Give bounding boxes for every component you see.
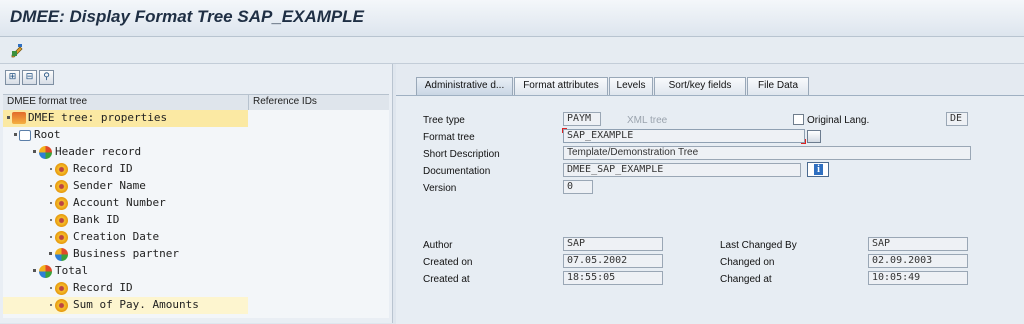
- tree-type-field: PAYM: [563, 112, 601, 126]
- documentation-field: DMEE_SAP_EXAMPLE: [563, 163, 801, 177]
- tree-node-bank-id[interactable]: Bank ID: [3, 212, 389, 229]
- tab-format-attributes[interactable]: Format attributes: [514, 77, 608, 95]
- tree-node-root[interactable]: Root: [3, 127, 389, 144]
- field-icon: [55, 197, 68, 210]
- tab-file-data[interactable]: File Data: [747, 77, 809, 95]
- segment-icon: [39, 265, 52, 278]
- original-lang-label: Original Lang.: [807, 115, 870, 126]
- tree-header: DMEE format tree Reference IDs: [3, 94, 389, 111]
- created-on-label: Created on: [423, 257, 473, 268]
- short-description-field: Template/Demonstration Tree: [563, 146, 971, 160]
- format-tree-label: Format tree: [423, 132, 475, 143]
- changed-at-label: Changed at: [720, 274, 772, 285]
- tab-administrative-data[interactable]: Administrative d...: [416, 77, 513, 95]
- tree-node-properties[interactable]: DMEE tree: properties: [3, 110, 389, 127]
- created-on-field: 07.05.2002: [563, 254, 663, 268]
- application-toolbar: [0, 37, 1024, 64]
- documentation-label: Documentation: [423, 166, 491, 177]
- changed-at-field: 10:05:49: [868, 271, 968, 285]
- tree-node-record-id-total[interactable]: Record ID: [3, 280, 389, 297]
- field-icon: [55, 214, 68, 227]
- field-icon: [55, 231, 68, 244]
- collapse-icon[interactable]: ⊟: [22, 70, 37, 85]
- created-at-field: 18:55:05: [563, 271, 663, 285]
- last-changed-by-label: Last Changed By: [720, 240, 797, 251]
- tree-node-business-partner[interactable]: Business partner: [3, 246, 389, 263]
- change-display-icon[interactable]: [9, 42, 25, 58]
- tree-node-sum-of-pay-amounts[interactable]: Sum of Pay. Amounts: [3, 297, 389, 314]
- root-icon: [19, 130, 31, 141]
- expand-icon[interactable]: ⊞: [5, 70, 20, 85]
- original-lang-checkbox[interactable]: [793, 114, 804, 125]
- dmee-tree-icon: [12, 112, 26, 124]
- tree-node-record-id[interactable]: Record ID: [3, 161, 389, 178]
- author-field: SAP: [563, 237, 663, 251]
- tree-pane: ⊞ ⊟ ⚲ DMEE format tree Reference IDs DME…: [0, 64, 393, 323]
- original-lang-field: DE: [946, 112, 968, 126]
- segment-icon: [55, 248, 68, 261]
- tree-node-creation-date[interactable]: Creation Date: [3, 229, 389, 246]
- column-header-reference-ids[interactable]: Reference IDs: [253, 96, 317, 107]
- detail-pane: Administrative d... Format attributes Le…: [396, 64, 1024, 324]
- documentation-info-icon[interactable]: i: [807, 162, 829, 177]
- last-changed-by-field: SAP: [868, 237, 968, 251]
- author-label: Author: [423, 240, 453, 251]
- field-icon: [55, 180, 68, 193]
- find-icon[interactable]: ⚲: [39, 70, 54, 85]
- field-icon: [55, 282, 68, 295]
- version-label: Version: [423, 183, 457, 194]
- window-title: DMEE: Display Format Tree SAP_EXAMPLE: [10, 7, 364, 26]
- administrative-data-panel: Tree type PAYM XML tree Original Lang. D…: [396, 95, 1024, 324]
- version-field: 0: [563, 180, 593, 194]
- tree-node-header-record[interactable]: Header record: [3, 144, 389, 161]
- value-help-icon[interactable]: [807, 130, 821, 143]
- format-tree: DMEE tree: properties Root Header record…: [3, 110, 389, 318]
- field-icon: [55, 299, 68, 312]
- tab-sort-key-fields[interactable]: Sort/key fields: [654, 77, 746, 95]
- tree-node-sender-name[interactable]: Sender Name: [3, 178, 389, 195]
- tree-node-account-number[interactable]: Account Number: [3, 195, 389, 212]
- created-at-label: Created at: [423, 274, 470, 285]
- title-bar: DMEE: Display Format Tree SAP_EXAMPLE: [0, 0, 1024, 37]
- changed-on-field: 02.09.2003: [868, 254, 968, 268]
- changed-on-label: Changed on: [720, 257, 775, 268]
- tree-type-label: Tree type: [423, 115, 465, 126]
- field-icon: [55, 163, 68, 176]
- segment-icon: [39, 146, 52, 159]
- tree-node-total[interactable]: Total: [3, 263, 389, 280]
- tree-type-description: XML tree: [627, 115, 668, 126]
- column-header-format-tree[interactable]: DMEE format tree: [7, 96, 87, 107]
- short-description-label: Short Description: [423, 149, 500, 160]
- tab-levels[interactable]: Levels: [609, 77, 653, 95]
- format-tree-field[interactable]: SAP_EXAMPLE: [563, 129, 805, 143]
